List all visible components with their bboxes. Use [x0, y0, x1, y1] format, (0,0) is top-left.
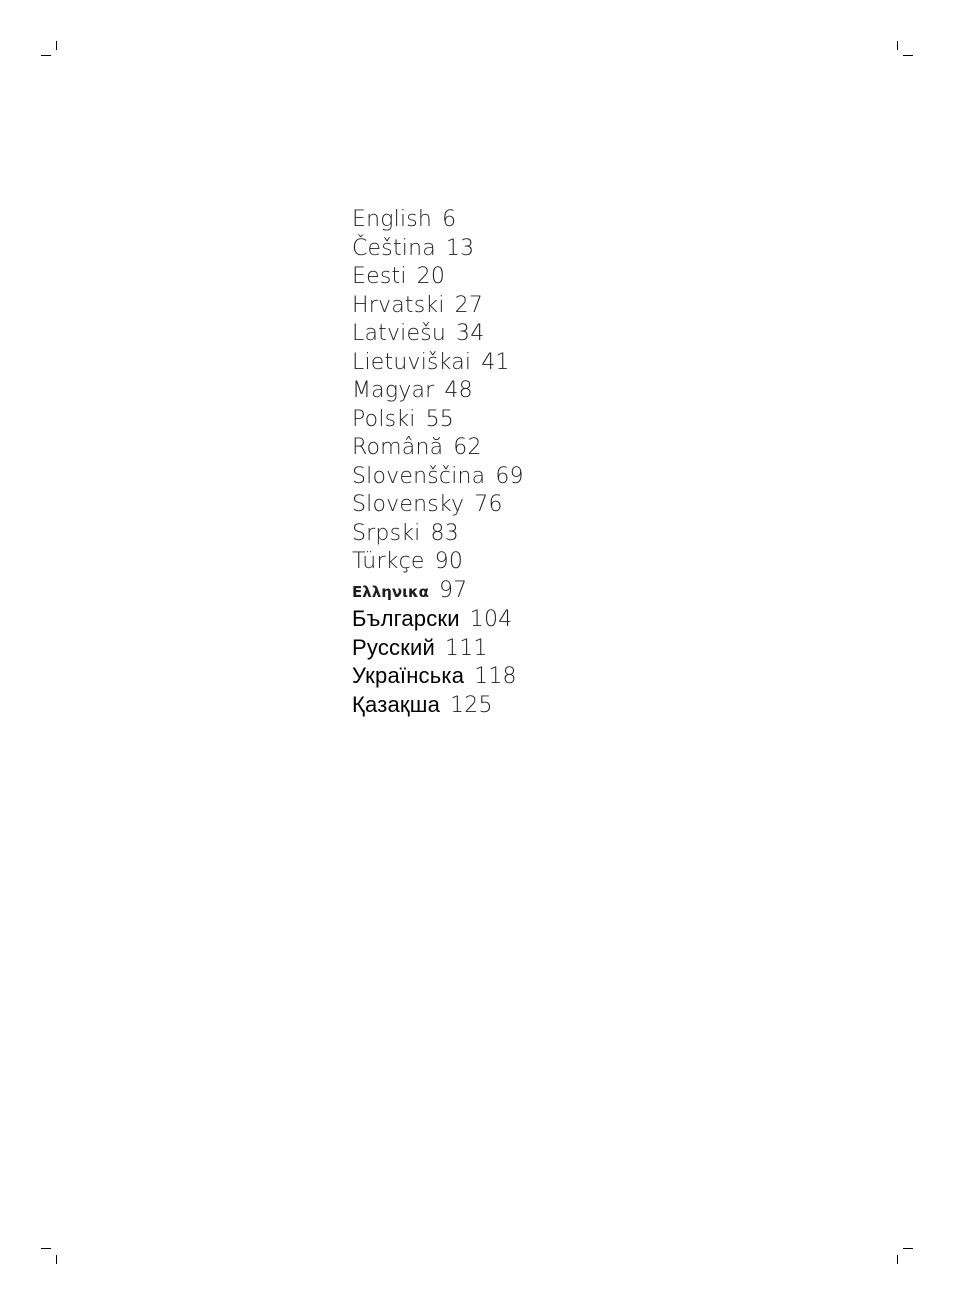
toc-language: English	[352, 207, 433, 232]
toc-page-number: 111	[445, 635, 488, 661]
toc-page-number: 104	[469, 607, 513, 632]
toc-entry[interactable]: Български 104	[352, 605, 524, 634]
toc-page-number: 20	[416, 264, 446, 289]
crop-mark-top-right-horizontal	[903, 55, 913, 56]
toc-language: Eesti	[352, 264, 407, 289]
toc-entry[interactable]: Ελληνικα 97	[352, 577, 524, 606]
toc-language: Polski	[352, 406, 416, 432]
toc-language: Magyar	[352, 378, 435, 403]
toc-entry[interactable]: Slovensky 76	[352, 491, 524, 520]
toc-language: Slovenščina	[352, 463, 486, 489]
toc-language: Slovensky	[352, 492, 465, 517]
toc-language: Русский	[352, 634, 436, 660]
toc-page-number: 90	[434, 549, 464, 574]
toc-language: Čeština	[352, 235, 436, 261]
toc-entry[interactable]: Polski 55	[352, 406, 524, 435]
toc-entry[interactable]: Slovenščina 69	[352, 463, 524, 492]
toc-page-number: 125	[450, 692, 493, 718]
toc-page-number: 34	[456, 321, 485, 346]
toc-language: Українська	[352, 663, 465, 688]
crop-mark-bottom-right-vertical	[897, 1255, 898, 1264]
toc-language: Lietuviškai	[352, 349, 472, 375]
toc-page-number: 76	[474, 492, 503, 517]
toc-entry[interactable]: Srpski 83	[352, 520, 524, 549]
crop-mark-bottom-left-horizontal	[41, 1248, 51, 1249]
toc-language: Română	[352, 435, 444, 460]
toc-page-number: 27	[454, 292, 484, 318]
toc-language: Български	[352, 606, 460, 631]
toc-page-number: 41	[481, 349, 510, 375]
toc-entry[interactable]: Українська 118	[352, 662, 524, 691]
toc-page-number: 13	[445, 235, 475, 261]
toc-entry[interactable]: Magyar 48	[352, 377, 524, 406]
toc-entry[interactable]: Қазақша 125	[352, 691, 524, 720]
crop-mark-top-left-vertical	[56, 41, 57, 50]
toc-entry[interactable]: Türkçe 90	[352, 548, 524, 577]
toc-page-number: 62	[453, 435, 482, 460]
toc-entry[interactable]: Русский 111	[352, 634, 524, 663]
crop-mark-bottom-right-horizontal	[903, 1248, 913, 1249]
toc-entry[interactable]: Lietuviškai 41	[352, 349, 524, 378]
toc-entry[interactable]: Hrvatski 27	[352, 292, 524, 321]
toc-page-number: 83	[430, 520, 459, 546]
toc-entry[interactable]: English 6	[352, 206, 524, 235]
toc-page-number: 48	[444, 378, 473, 403]
toc-page-number: 97	[438, 577, 468, 603]
toc-entry[interactable]: Română 62	[352, 434, 524, 463]
toc-page-number: 55	[425, 406, 454, 432]
toc-language: Latviešu	[352, 321, 447, 346]
table-of-contents: English 6 Čeština 13 Eesti 20 Hrvatski 27 La…	[352, 206, 524, 719]
toc-language: Srpski	[352, 520, 421, 546]
toc-page-number: 69	[495, 463, 524, 489]
crop-mark-top-right-vertical	[897, 41, 898, 50]
toc-language: Қазақша	[352, 691, 441, 717]
toc-entry[interactable]: Eesti 20	[352, 263, 524, 292]
toc-entry[interactable]: Čeština 13	[352, 235, 524, 264]
crop-mark-bottom-left-vertical	[56, 1255, 57, 1264]
toc-entry[interactable]: Latviešu 34	[352, 320, 524, 349]
toc-language: Türkçe	[352, 549, 425, 574]
toc-language: Hrvatski	[352, 292, 445, 318]
toc-language: Ελληνικα	[352, 582, 429, 601]
crop-mark-top-left-horizontal	[41, 55, 51, 56]
toc-page-number: 6	[442, 207, 457, 232]
toc-page-number: 118	[474, 664, 517, 689]
